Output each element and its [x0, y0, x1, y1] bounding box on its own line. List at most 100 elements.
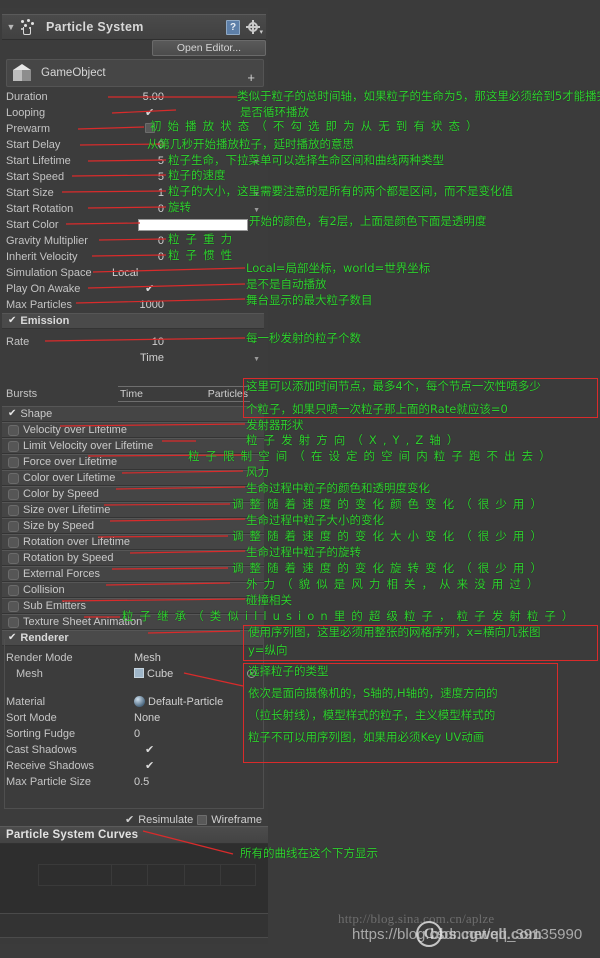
emission-rate-mode[interactable]: Time [140, 352, 164, 364]
module-header[interactable]: Velocity over Lifetime [2, 422, 264, 438]
module-header[interactable]: Rotation over Lifetime [2, 534, 264, 550]
watermark-sina: http://blog.sina.com.cn/aplze [338, 911, 495, 926]
property-row: Start Color [0, 217, 268, 233]
property-value[interactable]: 0 [112, 251, 164, 263]
module-header[interactable]: Size by Speed [2, 518, 264, 534]
bursts-col-particles: Particles [207, 388, 248, 400]
module-toggle-off[interactable] [8, 504, 19, 516]
component-header[interactable]: ▼ Particle System ? ▾ [2, 14, 266, 40]
foldout-triangle-icon[interactable]: ▼ [4, 22, 18, 32]
property-label: Max Particles [6, 299, 73, 311]
property-label: Play On Awake [6, 283, 81, 295]
header-icons: ? ▾ [226, 19, 266, 36]
property-label: Rate [6, 336, 30, 348]
chevron-down-icon[interactable]: ▼ [253, 207, 260, 214]
module-toggle-off[interactable] [8, 552, 19, 564]
module-toggle-on[interactable]: ✔ [8, 316, 16, 326]
module-label: Size over Lifetime [23, 504, 111, 516]
particle-system-curves-header[interactable]: Particle System Curves [0, 826, 268, 844]
gear-icon[interactable]: ▾ [246, 20, 263, 36]
property-value[interactable]: 5 [112, 155, 164, 167]
bursts-col-time: Time [120, 388, 143, 400]
module-toggle-off[interactable] [8, 424, 19, 436]
annotation-text: 旋转 [168, 200, 191, 214]
property-value[interactable]: 10 [112, 336, 164, 348]
property-label: Duration [6, 91, 48, 103]
annotation-text: 生命过程中粒子的旋转 [246, 545, 361, 559]
property-value[interactable]: 0 [112, 235, 164, 247]
property-value[interactable]: 5 [112, 171, 164, 183]
module-toggle-off[interactable] [8, 568, 19, 580]
module-label: Force over Lifetime [23, 456, 118, 468]
start-color-swatch[interactable] [138, 219, 248, 231]
property-row: Rate 10 [0, 334, 268, 350]
curves-grid [38, 864, 256, 886]
module-header[interactable]: Color over Lifetime [2, 470, 264, 486]
module-header[interactable]: ✔ Emission [2, 313, 264, 329]
checkbox-on[interactable]: ✔ [145, 107, 154, 119]
module-label: External Forces [23, 568, 101, 580]
module-header[interactable]: ✔ Shape [2, 406, 264, 422]
chevron-down-icon[interactable]: ▼ [253, 356, 260, 363]
annotation-text: Local=局部坐标，world=世界坐标 [246, 261, 431, 275]
open-editor-button[interactable]: Open Editor... [152, 40, 266, 56]
module-toggle-off[interactable] [8, 440, 19, 452]
curves-graph-area[interactable] [0, 844, 268, 914]
annotation-text: 粒 子 继 承 （ 类 似 i l l u s i o n 里 的 超 级 粒 … [122, 609, 575, 623]
checkbox-on[interactable]: ✔ [145, 283, 154, 295]
module-toggle-off[interactable] [8, 488, 19, 500]
resimulate-label: Resimulate [138, 814, 194, 826]
annotation-text: 粒 子 限 制 空 间 （ 在 设 定 的 空 间 内 粒 子 跑 不 出 去 … [188, 449, 552, 463]
annotation-text: （拉长射线），模型样式的粒子，主义模型样式的 [248, 708, 496, 722]
annotation-text: 个粒子，如果只喷一次粒子那上面的Rate就应该=0 [246, 402, 508, 416]
module-header[interactable]: Collision [2, 582, 264, 598]
wireframe-checkbox[interactable] [197, 815, 208, 825]
property-row: Play On Awake ✔ [0, 281, 268, 297]
annotation-text: 粒子的大小，这里需要注意的是所有的两个都是区间，而不是变化值 [168, 184, 513, 198]
property-label: Looping [6, 107, 46, 119]
module-header[interactable]: External Forces [2, 566, 264, 582]
module-label: Emission [20, 315, 70, 327]
module-toggle-off[interactable] [8, 536, 19, 548]
annotation-text: 风力 [246, 465, 269, 479]
annotation-text: 发射器形状 [246, 418, 304, 432]
module-label: Limit Velocity over Lifetime [23, 440, 154, 452]
module-toggle-off[interactable] [8, 520, 19, 532]
gameobject-field[interactable]: GameObject + [6, 59, 264, 87]
curves-title: Particle System Curves [6, 829, 139, 841]
annotation-text: 每一秒发射的粒子个数 [246, 331, 361, 345]
property-row: Start Speed 5 [0, 169, 268, 185]
property-row: Max Particles 1000 [0, 297, 268, 313]
property-label: Simulation Space [6, 267, 92, 279]
module-toggle-off[interactable] [8, 600, 19, 612]
module-header[interactable]: Color by Speed [2, 486, 264, 502]
property-value[interactable]: 5.00 [112, 91, 164, 103]
module-toggle-off[interactable] [8, 456, 19, 468]
property-value[interactable]: 0 [112, 203, 164, 215]
module-toggle-off[interactable] [8, 584, 19, 596]
property-value[interactable]: 1 [112, 187, 164, 199]
watermark-logo-icon: C [416, 921, 442, 947]
resimulate-checkbox[interactable]: ✔ [125, 814, 134, 826]
module-toggle-off[interactable] [8, 616, 19, 628]
property-label: Gravity Multiplier [6, 235, 88, 247]
property-label: Start Color [6, 219, 59, 231]
module-header[interactable]: Size over Lifetime [2, 502, 264, 518]
annotation-text: 生命过程中粒子大小的变化 [246, 513, 384, 527]
particle-system-icon [18, 18, 36, 36]
module-label: Rotation over Lifetime [23, 536, 130, 548]
property-value[interactable]: 1000 [112, 299, 164, 311]
add-gameobject-button[interactable]: + [247, 71, 255, 86]
property-value[interactable]: Local [112, 267, 138, 279]
bursts-table[interactable]: Time Particles [118, 386, 250, 402]
module-header[interactable]: Rotation by Speed [2, 550, 264, 566]
cube-icon [11, 62, 33, 84]
module-toggle-off[interactable] [8, 472, 19, 484]
annotation-text: 这里可以添加时间节点，最多4个，每个节点一次性喷多少 [246, 379, 541, 393]
property-label: Start Lifetime [6, 155, 71, 167]
emission-body: Rate 10 Time ▼ Bursts Time Particles [0, 334, 268, 406]
annotation-text: 粒 子 发 射 方 向 （ X , Y , Z 轴 ） [246, 433, 460, 447]
module-label: Size by Speed [23, 520, 94, 532]
module-toggle-on[interactable]: ✔ [8, 409, 16, 419]
help-book-icon[interactable]: ? [226, 19, 240, 35]
